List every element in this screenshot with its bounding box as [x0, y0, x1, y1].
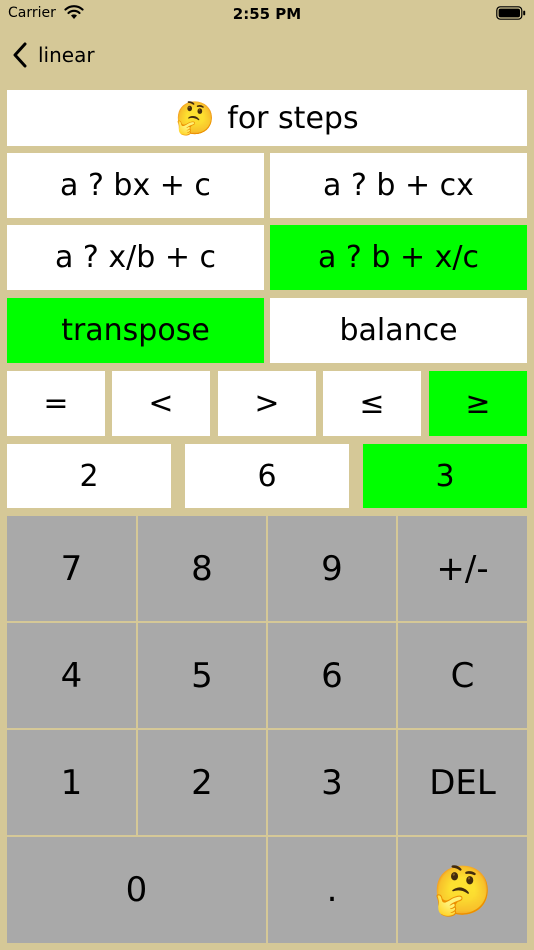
thinking-face-icon: 🤔 — [432, 862, 493, 919]
value-c-button[interactable]: 3 — [363, 444, 527, 508]
thinking-face-icon: 🤔 — [175, 99, 216, 137]
status-bar: Carrier 2:55 PM — [0, 0, 534, 30]
battery-icon — [496, 6, 526, 20]
for-steps-button[interactable]: 🤔 for steps — [7, 90, 527, 146]
key-5[interactable]: 5 — [138, 623, 266, 728]
key-3[interactable]: 3 — [268, 730, 396, 835]
value-a-button[interactable]: 2 — [7, 444, 171, 508]
key-2[interactable]: 2 — [138, 730, 266, 835]
for-steps-label: for steps — [227, 100, 359, 136]
form-a-xb-c-button[interactable]: a ? x/b + c — [7, 225, 264, 290]
relation-less-equal-button[interactable]: ≤ — [323, 371, 421, 436]
form-a-b-cx-button[interactable]: a ? b + cx — [270, 153, 527, 218]
form-a-b-xc-button[interactable]: a ? b + x/c — [270, 225, 527, 290]
form-a-bx-c-button[interactable]: a ? bx + c — [7, 153, 264, 218]
chevron-left-icon — [13, 42, 27, 68]
key-9[interactable]: 9 — [268, 516, 396, 621]
key-think[interactable]: 🤔 — [398, 837, 527, 943]
relation-equal-button[interactable]: = — [7, 371, 105, 436]
key-clear[interactable]: C — [398, 623, 527, 728]
value-b-button[interactable]: 6 — [185, 444, 349, 508]
back-button[interactable]: linear — [12, 40, 95, 70]
key-8[interactable]: 8 — [138, 516, 266, 621]
key-plus-minus[interactable]: +/- — [398, 516, 527, 621]
key-1[interactable]: 1 — [7, 730, 136, 835]
status-time: 2:55 PM — [232, 5, 302, 23]
key-4[interactable]: 4 — [7, 623, 136, 728]
balance-button[interactable]: balance — [270, 298, 527, 363]
nav-bar: linear — [0, 32, 534, 76]
key-6[interactable]: 6 — [268, 623, 396, 728]
key-7[interactable]: 7 — [7, 516, 136, 621]
key-delete[interactable]: DEL — [398, 730, 527, 835]
relation-less-button[interactable]: < — [112, 371, 210, 436]
back-label: linear — [38, 43, 95, 67]
relation-greater-button[interactable]: > — [218, 371, 316, 436]
transpose-button[interactable]: transpose — [7, 298, 264, 363]
key-decimal[interactable]: . — [268, 837, 396, 943]
key-0[interactable]: 0 — [7, 837, 266, 943]
relation-greater-equal-button[interactable]: ≥ — [429, 371, 527, 436]
